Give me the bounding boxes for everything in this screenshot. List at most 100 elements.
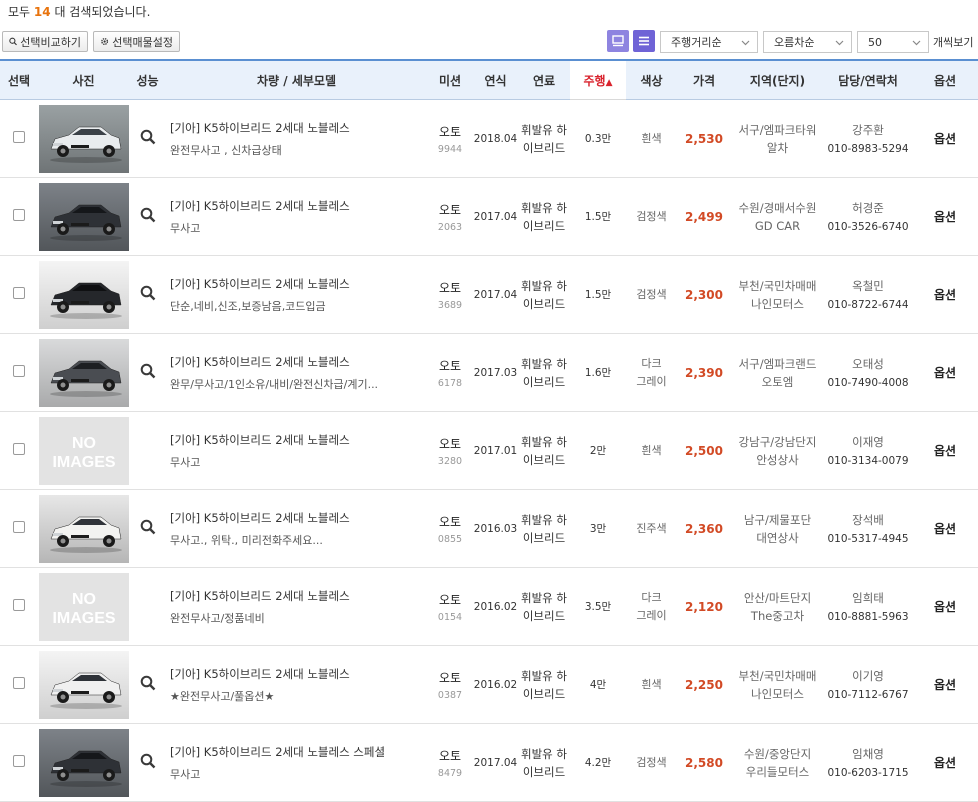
magnifier-icon[interactable] bbox=[140, 207, 156, 223]
model-title-link[interactable]: [기아] K5하이브리드 2세대 노블레스 bbox=[170, 198, 427, 214]
photo-cell: NO IMAGES bbox=[38, 567, 129, 646]
page-size-label: 개씩보기 bbox=[933, 36, 974, 49]
row-checkbox[interactable] bbox=[13, 443, 25, 455]
magnifier-icon[interactable] bbox=[140, 285, 156, 301]
transmission-cell: 오토 0387 bbox=[427, 645, 473, 724]
col-select: 선택 bbox=[0, 59, 38, 100]
magnifier-icon[interactable] bbox=[140, 129, 156, 145]
region-cell: 부천/국민차매매 나인모터스 bbox=[731, 645, 824, 724]
table-row[interactable]: [기아] K5하이브리드 2세대 노블레스 ★완전무사고/풀옵션★ 오토 0387 20… bbox=[0, 645, 978, 724]
options-link[interactable]: 옵션 bbox=[912, 723, 978, 802]
row-select-cell bbox=[0, 177, 38, 256]
price-cell: 2,390 bbox=[677, 333, 731, 412]
options-link[interactable]: 옵션 bbox=[912, 177, 978, 256]
row-checkbox[interactable] bbox=[13, 365, 25, 377]
table-row[interactable]: [기아] K5하이브리드 2세대 노블레스 완전무사고 , 신차급상태 오토 9944… bbox=[0, 99, 978, 178]
options-link[interactable]: 옵션 bbox=[912, 411, 978, 490]
card-view-button[interactable] bbox=[607, 30, 629, 52]
car-photo[interactable] bbox=[38, 494, 129, 563]
model-title-link[interactable]: [기아] K5하이브리드 2세대 노블레스 bbox=[170, 588, 427, 604]
options-link[interactable]: 옵션 bbox=[912, 255, 978, 334]
list-view-button[interactable] bbox=[633, 30, 655, 52]
no-image-text: IMAGES bbox=[52, 610, 115, 627]
dealer-cell: 허경준 010-3526-6740 bbox=[824, 177, 912, 256]
row-checkbox[interactable] bbox=[13, 287, 25, 299]
car-photo[interactable] bbox=[38, 182, 129, 251]
car-photo[interactable] bbox=[38, 338, 129, 407]
col-year[interactable]: 연식 bbox=[473, 59, 518, 100]
model-cell: [기아] K5하이브리드 2세대 노블레스 무사고., 위탁., 미리전화주세요.… bbox=[166, 489, 427, 568]
model-cell: [기아] K5하이브리드 2세대 노블레스 무사고 bbox=[166, 177, 427, 256]
options-link[interactable]: 옵션 bbox=[912, 645, 978, 724]
photo-cell bbox=[38, 723, 129, 802]
col-model[interactable]: 차량 / 세부모델 bbox=[166, 59, 427, 100]
region-cell: 부천/국민차매매 나인모터스 bbox=[731, 255, 824, 334]
transmission-cell: 오토 2063 bbox=[427, 177, 473, 256]
row-checkbox[interactable] bbox=[13, 209, 25, 221]
color-cell: 다크 그레이 bbox=[626, 333, 677, 412]
model-cell: [기아] K5하이브리드 2세대 노블레스 ★완전무사고/풀옵션★ bbox=[166, 645, 427, 724]
model-cell: [기아] K5하이브리드 2세대 노블레스 완무/무사고/1인소유/내비/완전신차… bbox=[166, 333, 427, 412]
magnifier-icon[interactable] bbox=[140, 519, 156, 535]
chevron-down-icon bbox=[835, 40, 844, 46]
sort-order-select[interactable]: 오름차순 bbox=[763, 31, 852, 53]
color-cell: 진주색 bbox=[626, 489, 677, 568]
col-mileage[interactable]: 주행▲ bbox=[570, 59, 626, 100]
table-row[interactable]: NO IMAGES [기아] K5하이브리드 2세대 노블레스 완전무사고/정품네비 오… bbox=[0, 567, 978, 646]
no-image-text: NO bbox=[72, 435, 96, 452]
sort-field-select[interactable]: 주행거리순 bbox=[660, 31, 758, 53]
car-photo[interactable] bbox=[38, 650, 129, 719]
table-row[interactable]: [기아] K5하이브리드 2세대 노블레스 무사고., 위탁., 미리전화주세요.… bbox=[0, 489, 978, 568]
options-link[interactable]: 옵션 bbox=[912, 99, 978, 178]
magnifier-icon[interactable] bbox=[140, 753, 156, 769]
car-photo[interactable] bbox=[38, 260, 129, 329]
row-checkbox[interactable] bbox=[13, 131, 25, 143]
row-checkbox[interactable] bbox=[13, 755, 25, 767]
model-description: 무사고 bbox=[170, 455, 201, 469]
car-photo[interactable] bbox=[38, 104, 129, 173]
col-price[interactable]: 가격 bbox=[677, 59, 731, 100]
page-size-select[interactable]: 50 bbox=[857, 31, 929, 53]
model-title-link[interactable]: [기아] K5하이브리드 2세대 노블레스 bbox=[170, 510, 427, 526]
transmission-cell: 오토 3689 bbox=[427, 255, 473, 334]
photo-cell bbox=[38, 645, 129, 724]
color-cell: 검정색 bbox=[626, 177, 677, 256]
model-cell: [기아] K5하이브리드 2세대 노블레스단순,네비,신조,보증남음,코드입금 bbox=[166, 255, 427, 334]
model-description: ★완전무사고/풀옵션★ bbox=[170, 689, 275, 703]
compare-selected-button[interactable]: 선택비교하기 bbox=[2, 31, 88, 52]
selected-listing-settings-button[interactable]: 선택매물설정 bbox=[93, 31, 180, 52]
row-checkbox[interactable] bbox=[13, 677, 25, 689]
row-select-cell bbox=[0, 255, 38, 334]
col-color[interactable]: 색상 bbox=[626, 59, 677, 100]
table-row[interactable]: [기아] K5하이브리드 2세대 노블레스 스페셜 무사고 오토 8479 2017.0… bbox=[0, 723, 978, 802]
model-title-link[interactable]: [기아] K5하이브리드 2세대 노블레스 스페셜 bbox=[170, 744, 427, 760]
row-select-cell bbox=[0, 333, 38, 412]
model-title-link[interactable]: [기아] K5하이브리드 2세대 노블레스 bbox=[170, 432, 427, 448]
model-title-link[interactable]: [기아] K5하이브리드 2세대 노블레스 bbox=[170, 276, 427, 292]
col-fuel[interactable]: 연료 bbox=[518, 59, 570, 100]
transmission-cell: 오토 0154 bbox=[427, 567, 473, 646]
model-description: 단순,네비,신조,보증남음,코드입금 bbox=[170, 299, 326, 313]
dealer-cell: 임채영 010-6203-1715 bbox=[824, 723, 912, 802]
magnifier-icon[interactable] bbox=[140, 675, 156, 691]
row-checkbox[interactable] bbox=[13, 521, 25, 533]
table-row[interactable]: NO IMAGES [기아] K5하이브리드 2세대 노블레스 무사고 오토 3280 20… bbox=[0, 411, 978, 490]
model-title-link[interactable]: [기아] K5하이브리드 2세대 노블레스 bbox=[170, 120, 427, 136]
col-transmission[interactable]: 미션 bbox=[427, 59, 473, 100]
col-options: 옵션 bbox=[912, 59, 978, 100]
model-description: 완전무사고 , 신차급상태 bbox=[170, 143, 282, 157]
table-row[interactable]: [기아] K5하이브리드 2세대 노블레스 완무/무사고/1인소유/내비/완전신차… bbox=[0, 333, 978, 412]
options-link[interactable]: 옵션 bbox=[912, 489, 978, 568]
options-link[interactable]: 옵션 bbox=[912, 333, 978, 412]
price-cell: 2,500 bbox=[677, 411, 731, 490]
model-title-link[interactable]: [기아] K5하이브리드 2세대 노블레스 bbox=[170, 666, 427, 682]
row-checkbox[interactable] bbox=[13, 599, 25, 611]
car-photo[interactable] bbox=[38, 728, 129, 797]
col-region[interactable]: 지역(단지) bbox=[731, 59, 824, 100]
chevron-down-icon bbox=[912, 40, 921, 46]
options-link[interactable]: 옵션 bbox=[912, 567, 978, 646]
table-row[interactable]: [기아] K5하이브리드 2세대 노블레스 단순,네비,신조,보증남음,코드입금 오… bbox=[0, 255, 978, 334]
magnifier-icon[interactable] bbox=[140, 363, 156, 379]
table-row[interactable]: [기아] K5하이브리드 2세대 노블레스 무사고 오토 2063 2017.04 휘발유… bbox=[0, 177, 978, 256]
model-title-link[interactable]: [기아] K5하이브리드 2세대 노블레스 bbox=[170, 354, 427, 370]
